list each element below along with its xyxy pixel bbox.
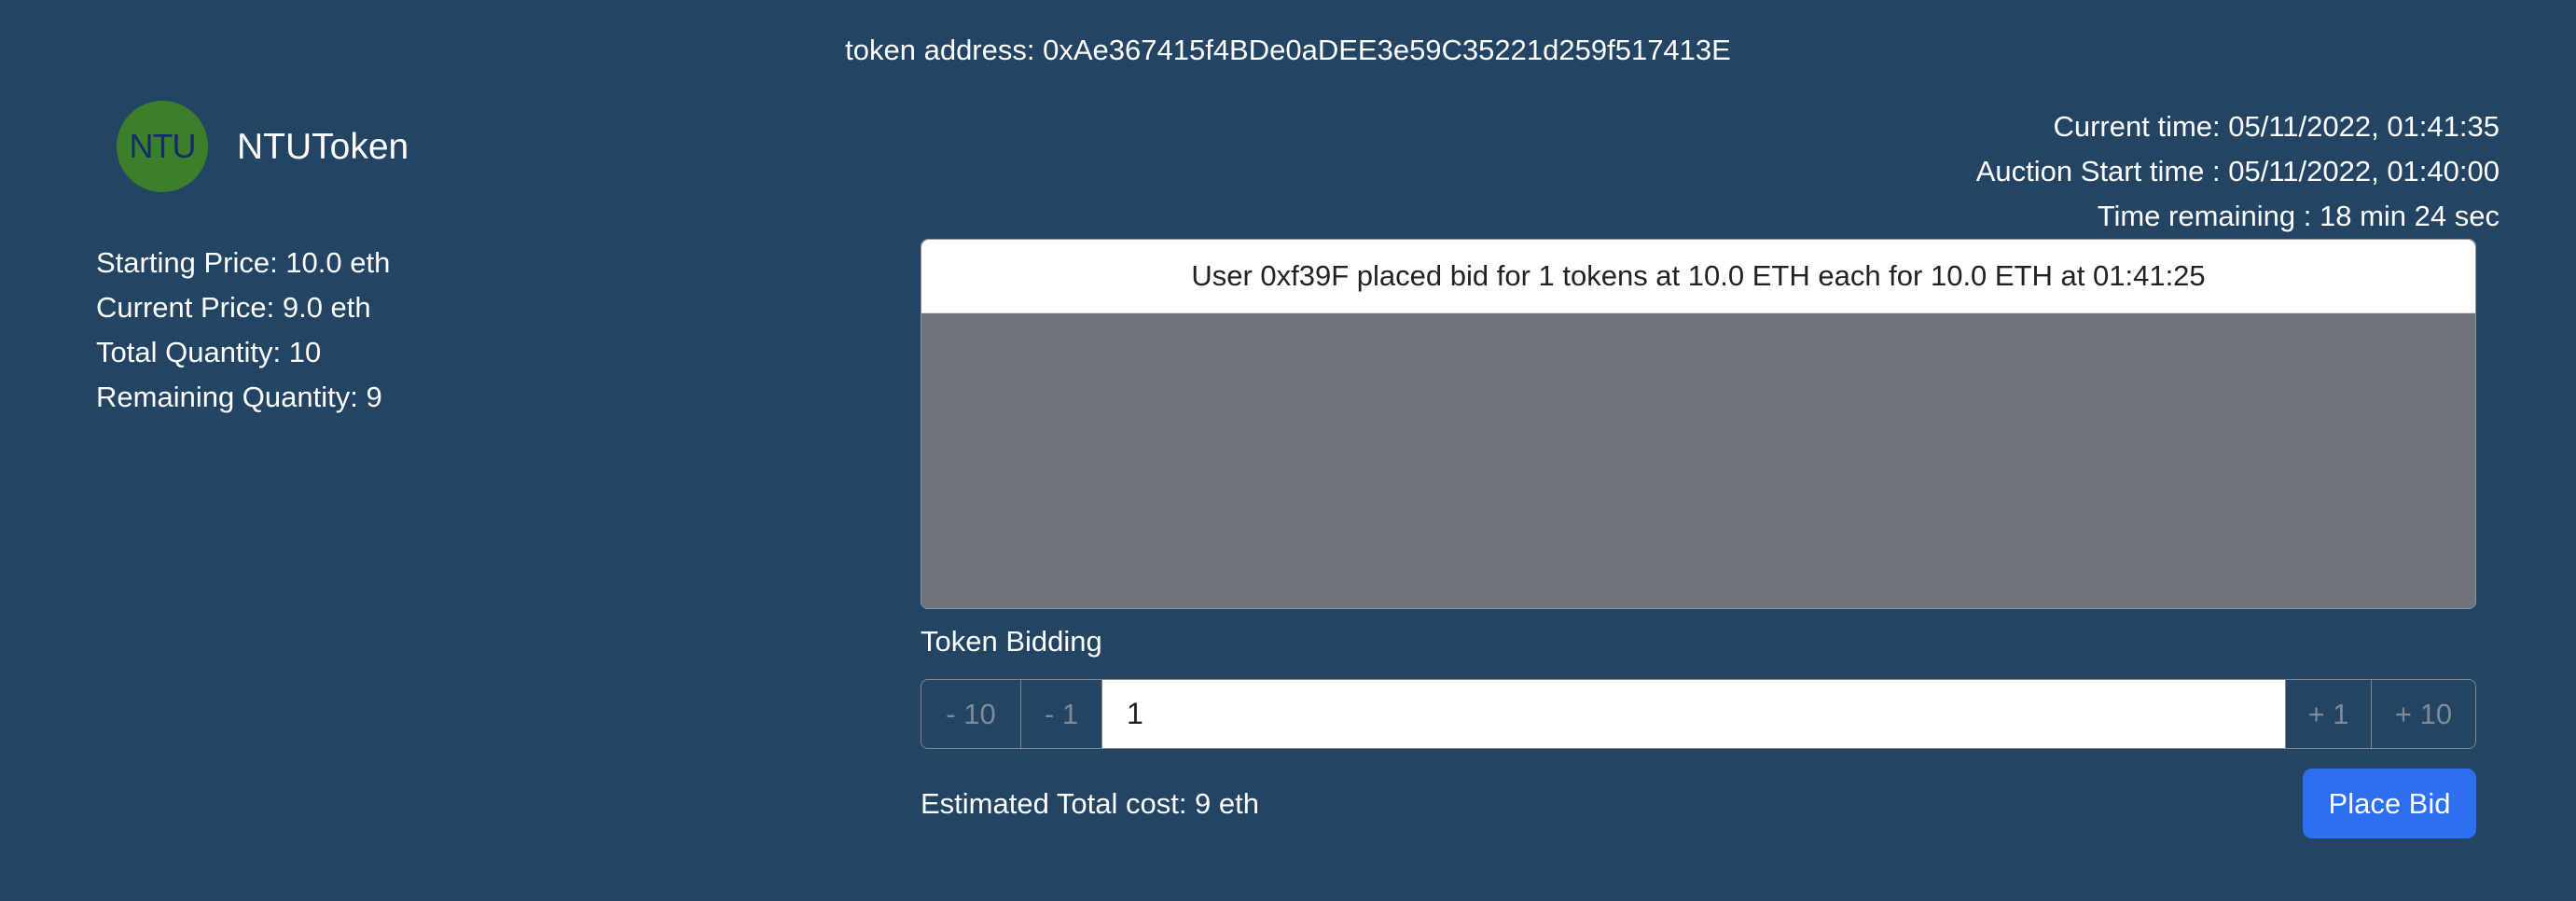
starting-price: Starting Price: 10.0 eth <box>96 246 391 279</box>
quantity-stepper: - 10 - 1 + 1 + 10 <box>921 679 2476 749</box>
plus-10-button[interactable]: + 10 <box>2371 680 2475 748</box>
current-price: Current Price: 9.0 eth <box>96 291 371 324</box>
estimated-total-cost: Estimated Total cost: 9 eth <box>921 787 1260 820</box>
time-remaining: Time remaining : 18 min 24 sec <box>2097 200 2500 232</box>
token-address: token address: 0xAe367415f4BDe0aDEE3e59C… <box>845 34 1731 66</box>
auction-page: token address: 0xAe367415f4BDe0aDEE3e59C… <box>0 0 2576 901</box>
token-bidding-label: Token Bidding <box>921 625 1102 658</box>
logo-text: NTU <box>129 127 197 165</box>
bid-log-item: User 0xf39F placed bid for 1 tokens at 1… <box>921 240 2475 313</box>
quantity-input[interactable] <box>1102 680 2285 748</box>
place-bid-button[interactable]: Place Bid <box>2303 769 2476 839</box>
current-time: Current time: 05/11/2022, 01:41:35 <box>2053 110 2500 143</box>
token-name: NTUToken <box>237 127 409 167</box>
remaining-quantity: Remaining Quantity: 9 <box>96 381 382 413</box>
minus-10-button[interactable]: - 10 <box>921 680 1021 748</box>
auction-times: Current time: 05/11/2022, 01:41:35 Aucti… <box>1976 104 2500 239</box>
auction-stats: Starting Price: 10.0 eth Current Price: … <box>96 241 390 420</box>
total-quantity: Total Quantity: 10 <box>96 336 322 368</box>
plus-1-button[interactable]: + 1 <box>2285 680 2371 748</box>
minus-1-button[interactable]: - 1 <box>1021 680 1102 748</box>
auction-start-time: Auction Start time : 05/11/2022, 01:40:0… <box>1975 155 2500 187</box>
bid-log-list[interactable]: User 0xf39F placed bid for 1 tokens at 1… <box>921 239 2476 609</box>
ntu-logo: NTU <box>117 101 208 192</box>
